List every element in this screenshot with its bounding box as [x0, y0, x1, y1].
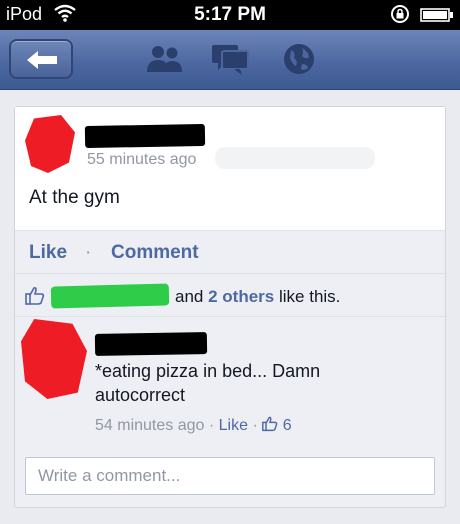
- comment-meta: 54 minutes ago · Like · 6: [95, 416, 292, 435]
- back-button[interactable]: [9, 39, 73, 79]
- likes-summary: and 2 others like this.: [15, 275, 445, 317]
- redacted-avatar: [25, 115, 75, 173]
- friend-requests-icon[interactable]: [144, 42, 186, 81]
- redacted-commenter-name: [94, 332, 208, 356]
- thumbs-up-icon: [262, 416, 278, 432]
- back-arrow-icon: [27, 51, 57, 69]
- action-separator: ·: [85, 242, 92, 263]
- redacted-author-name: [84, 123, 206, 149]
- messages-icon[interactable]: [210, 42, 250, 81]
- post-actions: Like · Comment: [15, 232, 445, 274]
- status-bar: iPod 5:17 PM: [0, 0, 460, 30]
- notifications-globe-icon[interactable]: [282, 42, 316, 81]
- redacted-liker-name: [50, 283, 170, 309]
- likes-text: and 2 others like this.: [175, 287, 340, 307]
- likes-others-link[interactable]: 2 others: [208, 287, 274, 306]
- comment-like-button[interactable]: Like: [219, 417, 248, 434]
- like-button[interactable]: Like: [29, 242, 67, 264]
- nav-bar: [0, 30, 460, 90]
- post-text: At the gym: [29, 187, 120, 208]
- post: 55 minutes ago At the gym: [15, 107, 445, 231]
- meta-separator: ·: [208, 417, 215, 434]
- thumbs-up-icon: [25, 286, 45, 311]
- comment-button[interactable]: Comment: [111, 242, 199, 264]
- comment-like-count: 6: [282, 417, 292, 434]
- rotation-lock-icon: [390, 4, 410, 29]
- likes-prefix: and: [175, 287, 204, 306]
- comment-time: 54 minutes ago: [95, 417, 205, 434]
- battery-icon: [420, 8, 454, 27]
- redacted-location: [215, 147, 375, 169]
- post-timestamp: 55 minutes ago: [87, 151, 197, 168]
- comment-text: *eating pizza in bed... Damn autocorrect: [95, 361, 321, 405]
- comment-input[interactable]: [26, 458, 434, 494]
- story-card: 55 minutes ago At the gym Like · Comment…: [14, 106, 446, 508]
- likes-suffix: like this.: [278, 287, 341, 306]
- redacted-commenter-avatar: [21, 319, 87, 399]
- comment-composer[interactable]: [25, 457, 435, 495]
- meta-separator-2: ·: [252, 417, 258, 434]
